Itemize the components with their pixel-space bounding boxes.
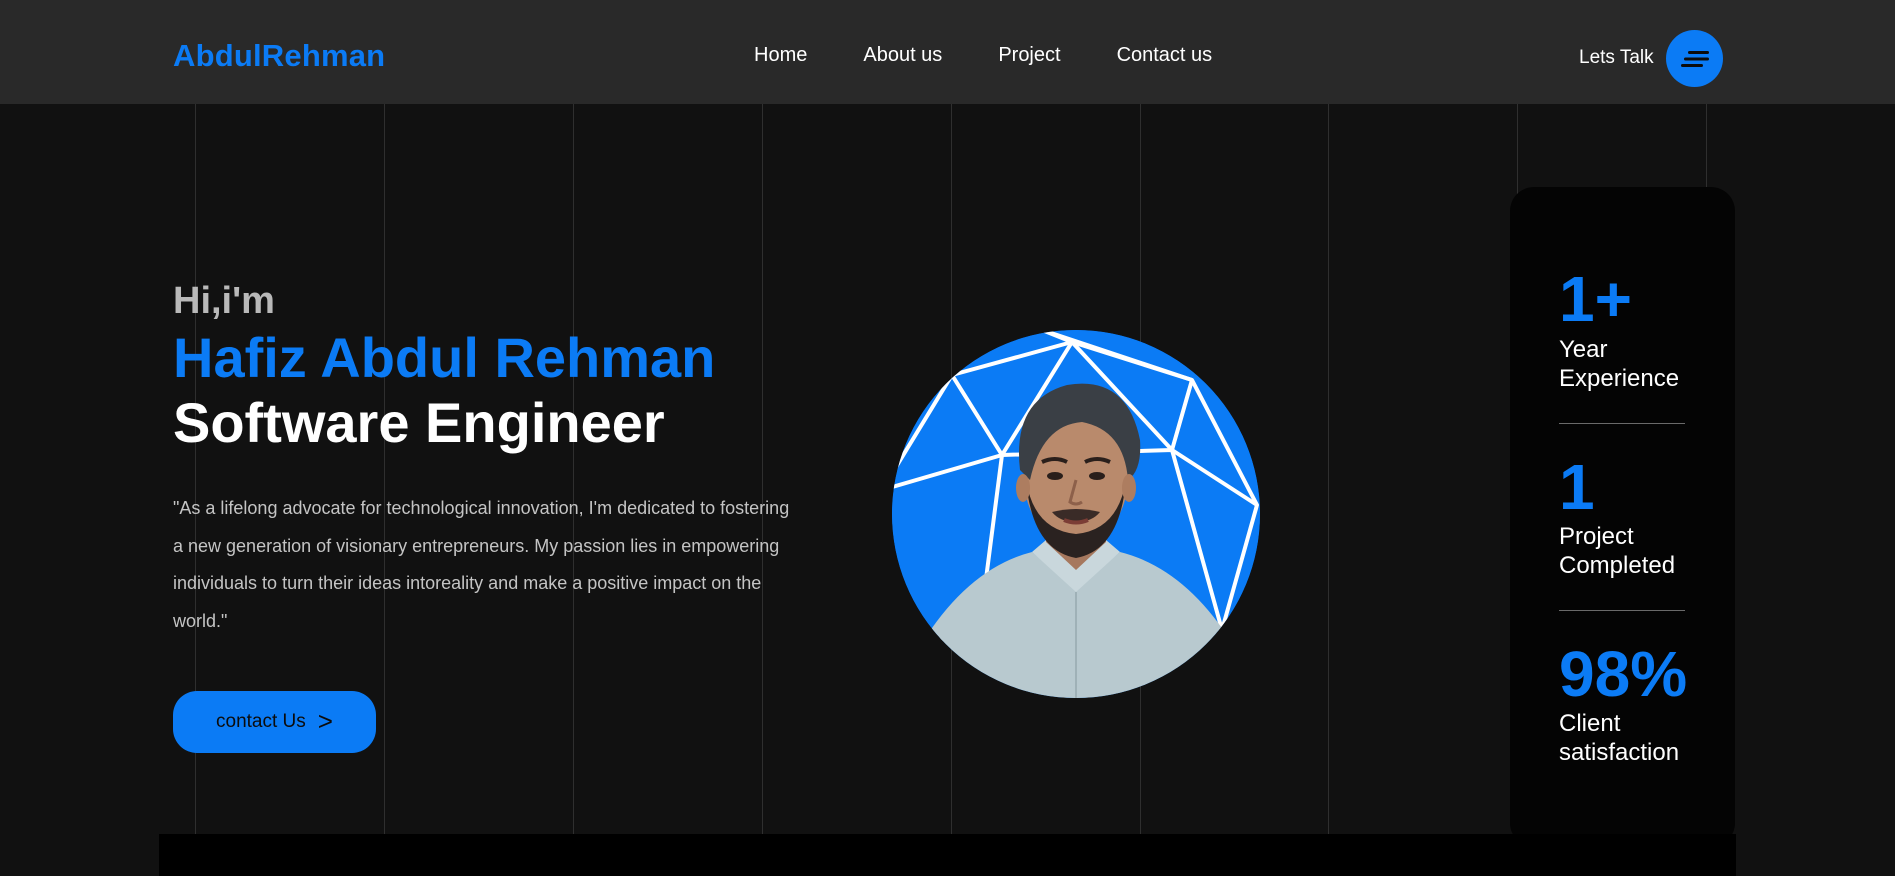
stat-projects-label-line2: Completed — [1559, 552, 1676, 579]
profile-photo — [892, 330, 1260, 698]
grid-line — [762, 104, 763, 834]
site-logo[interactable]: AbdulRehman — [173, 38, 385, 74]
chevron-right-icon: > — [317, 705, 333, 736]
grid-line — [384, 104, 385, 834]
stat-divider — [1559, 610, 1685, 611]
hero-role: Software Engineer — [173, 391, 665, 454]
lets-talk-link[interactable]: Lets Talk — [1579, 47, 1654, 69]
main-nav: Home About us Project Contact us — [754, 44, 1268, 67]
hero-bio: "As a lifelong advocate for technologica… — [173, 498, 790, 631]
stat-projects-value: 1 — [1559, 451, 1595, 523]
nav-contact-link[interactable]: Contact us — [1117, 44, 1213, 67]
nav-home-link[interactable]: Home — [754, 44, 807, 67]
profile-avatar — [892, 330, 1260, 698]
grid-line — [573, 104, 574, 834]
stat-experience-label: Year Experience — [1559, 335, 1709, 393]
nav-about-link[interactable]: About us — [863, 44, 942, 67]
stat-experience-label-line2: Experience — [1559, 365, 1680, 392]
hero-greeting: Hi,i'm — [173, 280, 275, 322]
stat-satisfaction-label-line2: satisfaction — [1559, 739, 1680, 766]
hero-name: Hafiz Abdul Rehman — [173, 326, 716, 389]
contact-us-button[interactable]: contact Us > — [173, 691, 376, 753]
site-header: AbdulRehman Home About us Project Contac… — [0, 0, 1895, 104]
portfolio-page: AbdulRehman Home About us Project Contac… — [0, 0, 1895, 876]
stat-satisfaction-label-line1: Client — [1559, 710, 1621, 737]
stat-projects-label-line1: Project — [1559, 523, 1634, 550]
contact-us-label: contact Us — [216, 711, 306, 732]
stats-card: 1+ Year Experience 1 Project Completed 9… — [1510, 187, 1735, 847]
grid-line — [1328, 104, 1329, 834]
menu-icon — [1680, 50, 1709, 67]
stat-experience-value: 1+ — [1559, 263, 1632, 335]
nav-project-link[interactable]: Project — [998, 44, 1060, 67]
next-section-band — [159, 834, 1736, 876]
stat-projects-label: Project Completed — [1559, 522, 1709, 580]
stat-experience-label-line1: Year — [1559, 336, 1608, 363]
menu-button[interactable] — [1666, 30, 1723, 87]
stat-divider — [1559, 423, 1685, 424]
stat-satisfaction-value: 98% — [1559, 638, 1688, 710]
stat-satisfaction-label: Client satisfaction — [1559, 709, 1709, 767]
